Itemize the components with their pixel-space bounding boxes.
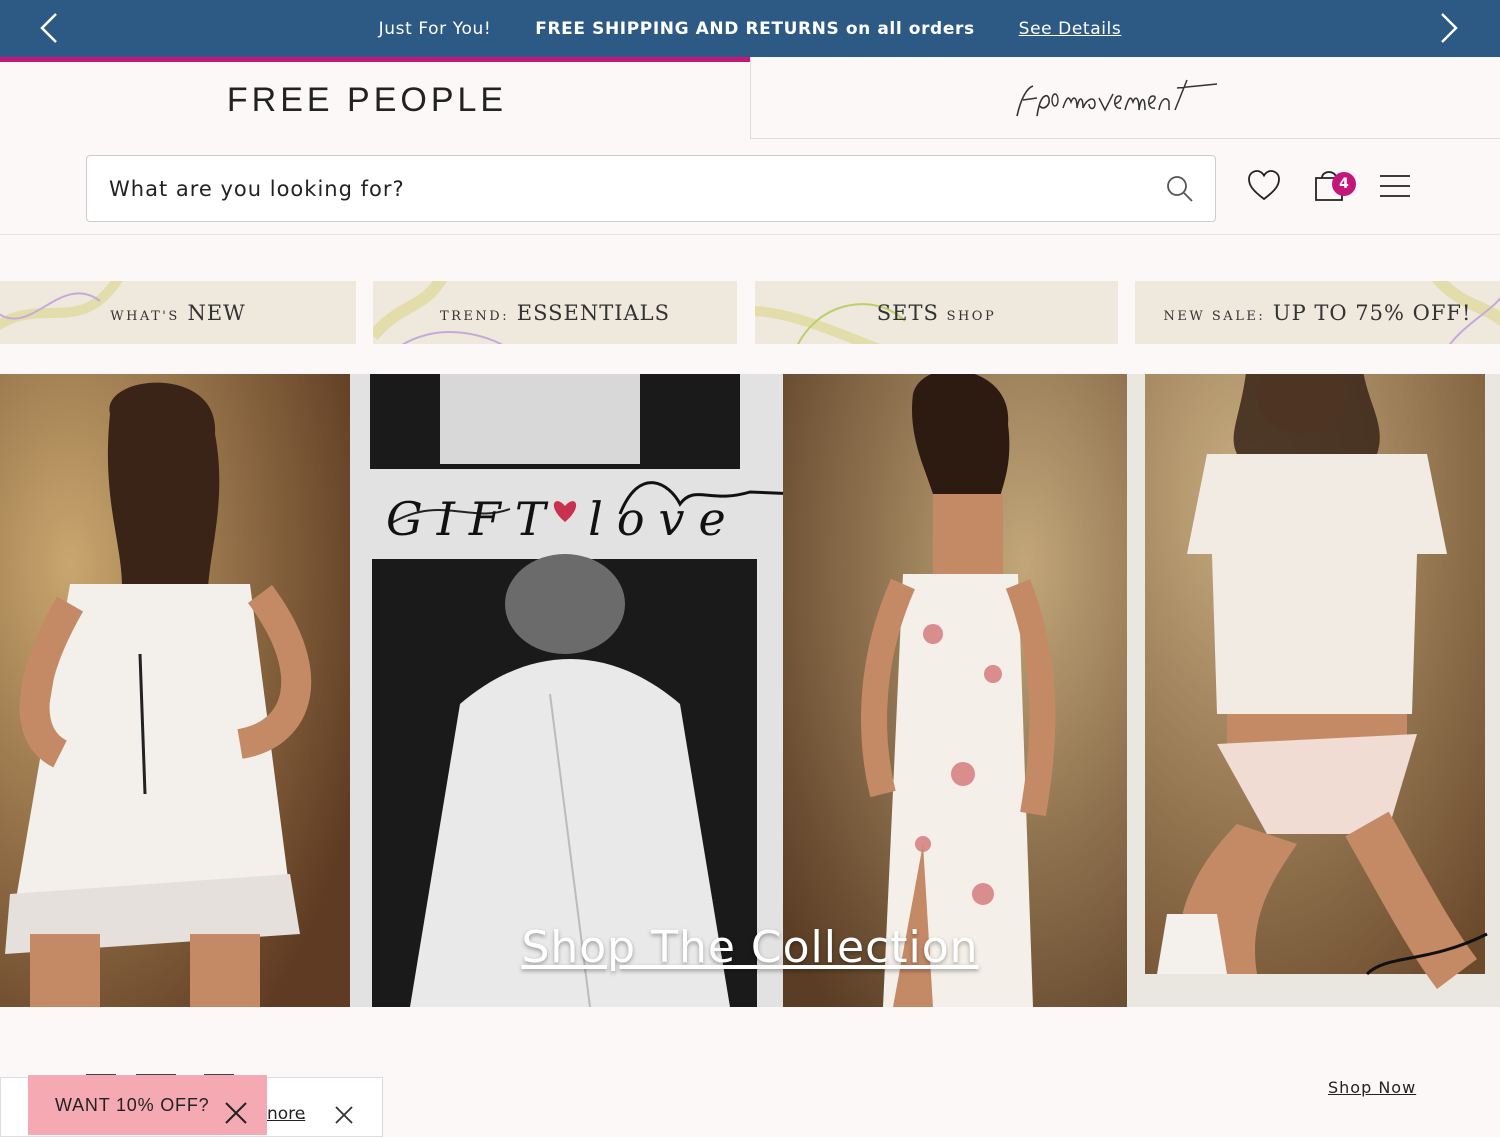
shop-now-link[interactable]: Shop Now <box>1328 1078 1416 1097</box>
promo-bar: Just For You! FREE SHIPPING AND RETURNS … <box>0 0 1500 57</box>
search-icon[interactable] <box>1165 174 1195 204</box>
hero-banner[interactable]: GIFT love Shop The Collection <box>0 374 1500 1007</box>
fp-movement-logo <box>1011 68 1241 128</box>
close-icon[interactable] <box>224 1101 248 1125</box>
shop-collection-link[interactable]: Shop The Collection <box>521 922 978 973</box>
fp-movement-script-icon <box>1015 79 1217 116</box>
shopping-bag-icon[interactable]: 4 <box>1312 166 1360 206</box>
category-new-sale[interactable]: New Sale: UP TO 75% OFF! <box>1135 281 1500 344</box>
offer-label: WANT 10% OFF? <box>55 1094 210 1115</box>
header-divider <box>0 234 1500 235</box>
category-trend-essentials[interactable]: Trend: ESSENTIALS <box>373 281 737 344</box>
hero-photo-1 <box>0 374 350 1007</box>
hero-photo-4 <box>1127 374 1500 1007</box>
wishlist-heart-icon[interactable] <box>1246 168 1282 204</box>
hero-photo-3 <box>783 374 1127 1007</box>
search-box <box>86 155 1216 222</box>
free-people-logo: FREE PEOPLE <box>226 81 508 119</box>
chevron-right-icon[interactable] <box>1430 10 1466 46</box>
category-label: SETS Shop <box>876 300 997 325</box>
category-label: What's NEW <box>110 300 246 325</box>
hero-photo-2: GIFT love <box>350 374 783 1007</box>
shop-collection-cta: Shop The Collection <box>0 922 1500 973</box>
promo-message: Just For You! FREE SHIPPING AND RETURNS … <box>0 0 1500 57</box>
see-details-link[interactable]: See Details <box>1019 19 1122 39</box>
category-label: New Sale: UP TO 75% OFF! <box>1163 300 1472 325</box>
category-label: Trend: ESSENTIALS <box>439 300 671 325</box>
discount-offer-tab[interactable]: WANT 10% OFF? <box>28 1075 267 1135</box>
learn-more-link[interactable]: nore <box>267 1104 305 1124</box>
brand-tab-fp-movement[interactable] <box>750 57 1500 139</box>
cart-count-badge: 4 <box>1332 172 1356 196</box>
close-icon[interactable] <box>333 1104 355 1126</box>
brand-tab-free-people[interactable]: FREE PEOPLE <box>0 57 750 139</box>
notice-punctuation: . <box>301 1104 307 1124</box>
promo-tagline: Just For You! <box>378 18 492 39</box>
search-input[interactable] <box>109 156 1149 221</box>
category-sets-shop[interactable]: SETS Shop <box>755 281 1118 344</box>
category-whats-new[interactable]: What's NEW <box>0 281 356 344</box>
gift-love-overlay: GIFT love <box>386 492 740 546</box>
hamburger-menu-icon[interactable] <box>1378 170 1412 202</box>
promo-shipping-text: FREE SHIPPING AND RETURNS on all orders <box>535 18 975 39</box>
